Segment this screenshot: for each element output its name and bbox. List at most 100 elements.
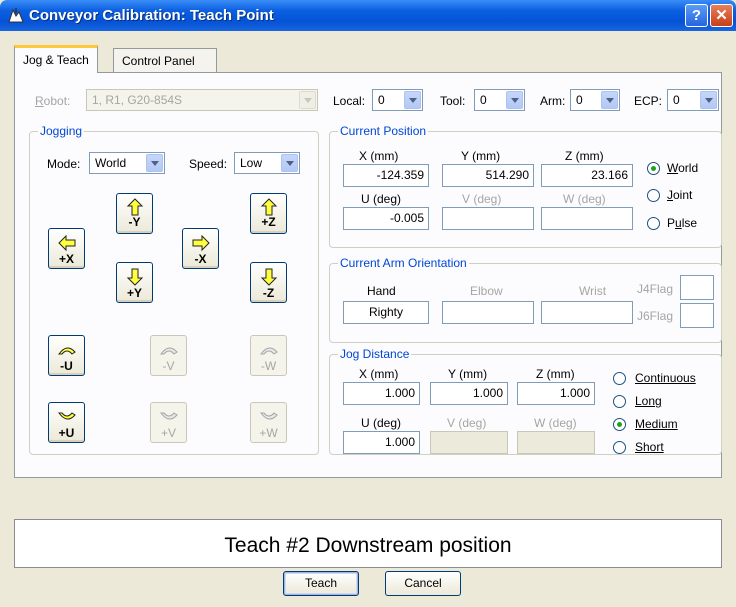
jog-minus-u-button[interactable]: -U xyxy=(48,335,85,376)
j6flag-field[interactable] xyxy=(680,303,714,328)
j6flag-label: J6Flag xyxy=(637,309,674,323)
dist-z-field[interactable]: 1.000 xyxy=(517,382,595,405)
rotate-cw-icon xyxy=(260,412,278,420)
jog-minus-y-label: -Y xyxy=(128,215,141,229)
jog-plus-v-label: +V xyxy=(160,426,176,440)
tool-label: Tool: xyxy=(440,94,466,108)
teach-button[interactable]: Teach xyxy=(283,571,359,596)
cur-z-field[interactable]: 23.166 xyxy=(541,164,633,187)
cur-x-field[interactable]: -124.359 xyxy=(343,164,429,187)
jog-plus-w-button[interactable]: +W xyxy=(250,402,287,443)
teach-point-icon xyxy=(8,8,24,23)
dist-x-label: X (mm) xyxy=(359,367,399,381)
arrow-up-icon xyxy=(126,198,144,216)
mode-label: Mode: xyxy=(47,157,81,171)
jog-plus-u-label: +U xyxy=(58,426,75,440)
local-select[interactable]: 0 xyxy=(372,89,423,111)
jog-plus-v-button[interactable]: +V xyxy=(150,402,187,443)
hand-field[interactable]: Righty xyxy=(343,301,429,324)
jog-plus-u-button[interactable]: +U xyxy=(48,402,85,443)
instruction-message: Teach #2 Downstream position xyxy=(224,534,512,557)
tab-panel-jog-teach: Robot: 1, R1, G20-854S Local: 0 Tool: 0 … xyxy=(14,72,722,478)
help-button[interactable]: ? xyxy=(685,4,708,27)
tab-control-panel[interactable]: Control Panel xyxy=(113,48,217,72)
cur-w-field[interactable] xyxy=(541,207,633,230)
dist-y-field[interactable]: 1.000 xyxy=(430,382,508,405)
jogging-group: Jogging Mode: World Speed: Low +X -Y -X … xyxy=(29,124,319,455)
elbow-field[interactable] xyxy=(442,301,534,324)
chevron-down-icon xyxy=(700,91,717,109)
dist-w-label: W (deg) xyxy=(534,416,577,430)
current-position-title: Current Position xyxy=(338,124,429,138)
robot-value: 1, R1, G20-854S xyxy=(92,93,183,107)
radio-short[interactable] xyxy=(613,441,626,454)
mode-select[interactable]: World xyxy=(89,152,165,174)
jog-plus-z-button[interactable]: +Z xyxy=(250,193,287,234)
arrow-left-icon xyxy=(58,234,76,252)
cur-y-label: Y (mm) xyxy=(461,149,501,163)
cur-u-field[interactable]: -0.005 xyxy=(343,207,429,230)
jog-minus-z-button[interactable]: -Z xyxy=(250,262,287,303)
rotate-ccw-icon xyxy=(58,347,76,355)
radio-long-label: Long xyxy=(635,394,662,408)
arrow-up-icon xyxy=(260,198,278,216)
jog-plus-y-button[interactable]: +Y xyxy=(116,262,153,303)
wrist-field[interactable] xyxy=(541,301,633,324)
cur-v-field[interactable] xyxy=(442,207,534,230)
ecp-label: ECP: xyxy=(634,94,663,108)
speed-value: Low xyxy=(240,156,263,170)
arm-value: 0 xyxy=(576,93,583,107)
dist-w-field[interactable] xyxy=(517,431,595,454)
jog-minus-y-button[interactable]: -Y xyxy=(116,193,153,234)
radio-joint-label: Joint xyxy=(667,188,693,202)
arrow-right-icon xyxy=(192,234,210,252)
chevron-down-icon xyxy=(146,154,163,172)
local-label: Local: xyxy=(333,94,366,108)
radio-pulse[interactable] xyxy=(647,217,660,230)
dist-u-field[interactable]: 1.000 xyxy=(343,431,420,454)
radio-pulse-text: Pulse xyxy=(667,216,698,230)
dist-x-field[interactable]: 1.000 xyxy=(343,382,420,405)
jog-distance-title: Jog Distance xyxy=(338,347,412,361)
j4flag-field[interactable] xyxy=(680,275,714,300)
cancel-button[interactable]: Cancel xyxy=(385,571,461,596)
tab-jog-teach[interactable]: Jog & Teach xyxy=(14,45,98,73)
speed-select[interactable]: Low xyxy=(234,152,300,174)
robot-select[interactable]: 1, R1, G20-854S xyxy=(86,89,318,111)
jog-minus-w-button[interactable]: -W xyxy=(250,335,287,376)
dist-u-label: U (deg) xyxy=(361,416,402,430)
ecp-select[interactable]: 0 xyxy=(667,89,719,111)
close-button[interactable]: ✕ xyxy=(710,4,733,27)
arm-select[interactable]: 0 xyxy=(570,89,620,111)
jog-plus-x-button[interactable]: +X xyxy=(48,228,85,269)
radio-joint-text: oint xyxy=(673,188,693,202)
radio-world[interactable] xyxy=(647,162,660,175)
dist-v-label: V (deg) xyxy=(447,416,487,430)
tool-select[interactable]: 0 xyxy=(474,89,525,111)
jog-distance-group: Jog Distance X (mm) Y (mm) Z (mm) 1.000 … xyxy=(329,347,722,455)
chevron-down-icon xyxy=(506,91,523,109)
rotate-cw-icon xyxy=(58,412,76,420)
radio-joint[interactable] xyxy=(647,189,660,202)
tool-value: 0 xyxy=(480,93,487,107)
jog-minus-x-button[interactable]: -X xyxy=(182,228,219,269)
radio-medium[interactable] xyxy=(613,418,626,431)
radio-medium-label: Medium xyxy=(635,417,678,431)
jog-plus-z-label: +Z xyxy=(261,215,276,229)
arrow-down-icon xyxy=(126,268,144,286)
jog-plus-x-label: +X xyxy=(58,252,74,266)
radio-continuous[interactable] xyxy=(613,372,626,385)
dist-v-field[interactable] xyxy=(430,431,508,454)
rotate-ccw-icon xyxy=(160,347,178,355)
j4flag-label: J4Flag xyxy=(637,282,674,296)
chevron-down-icon xyxy=(299,91,316,109)
jog-minus-v-button[interactable]: -V xyxy=(150,335,187,376)
elbow-label: Elbow xyxy=(470,284,503,298)
cur-x-label: X (mm) xyxy=(359,149,399,163)
title-bar[interactable]: Conveyor Calibration: Teach Point ? ✕ xyxy=(0,0,736,31)
cur-y-field[interactable]: 514.290 xyxy=(442,164,534,187)
wrist-label: Wrist xyxy=(579,284,607,298)
radio-long[interactable] xyxy=(613,395,626,408)
rotate-cw-icon xyxy=(160,412,178,420)
arrow-down-icon xyxy=(260,268,278,286)
